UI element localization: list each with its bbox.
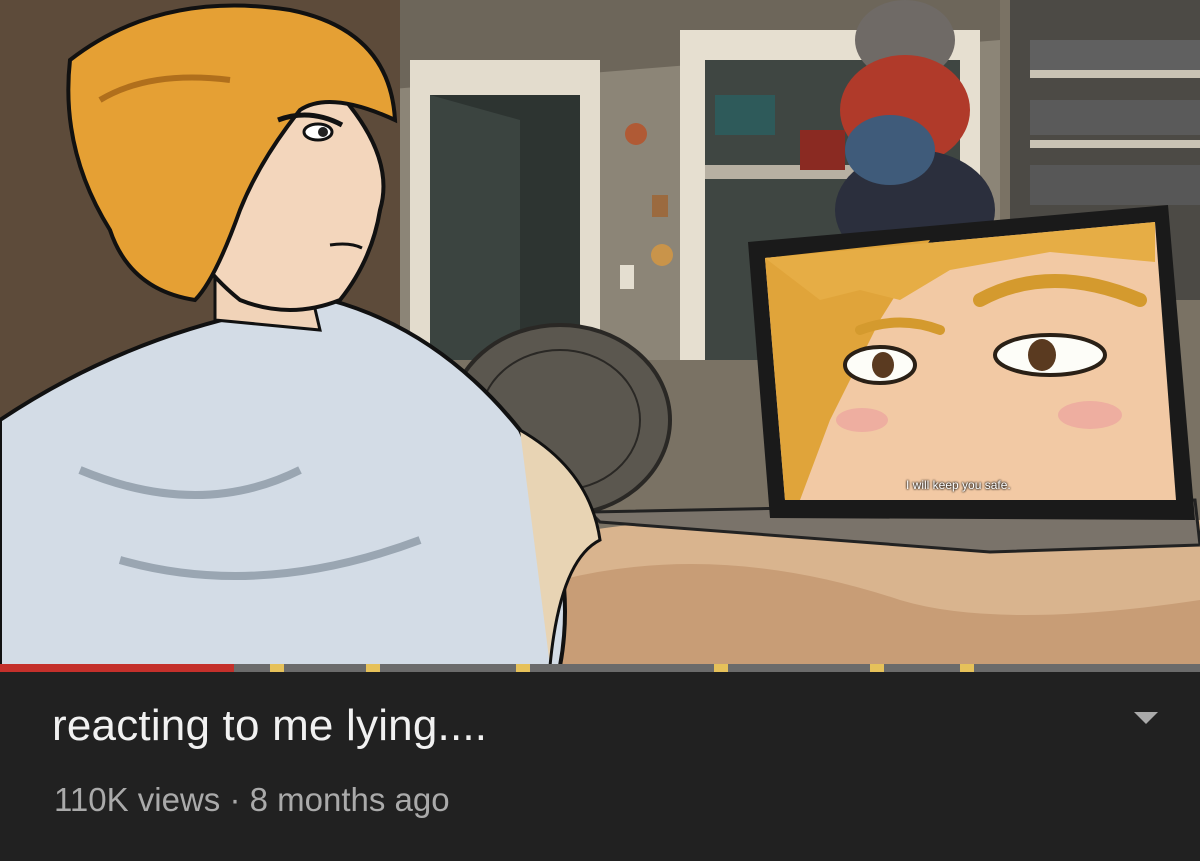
chapter-mark <box>870 664 884 672</box>
video-meta: 110K views · 8 months ago <box>54 780 450 820</box>
thumbnail-illustration <box>0 0 1200 666</box>
chapter-mark <box>366 664 380 672</box>
video-title[interactable]: reacting to me lying.... <box>52 700 487 752</box>
watch-progress-fill <box>0 664 234 672</box>
view-count: 110K views <box>54 781 221 818</box>
chevron-down-icon <box>1134 712 1158 724</box>
meta-separator: · <box>220 781 250 818</box>
laptop-subtitle: I will keep you safe. <box>906 478 1011 492</box>
video-thumbnail[interactable]: I will keep you safe. <box>0 0 1200 666</box>
chapter-mark <box>960 664 974 672</box>
chapter-mark <box>714 664 728 672</box>
chapter-mark <box>270 664 284 672</box>
chapter-mark <box>516 664 530 672</box>
watch-progress-bar[interactable] <box>0 664 1200 672</box>
expand-description-button[interactable] <box>1124 702 1168 734</box>
video-info[interactable]: reacting to me lying.... 110K views · 8 … <box>0 672 1200 861</box>
upload-age: 8 months ago <box>249 781 450 818</box>
